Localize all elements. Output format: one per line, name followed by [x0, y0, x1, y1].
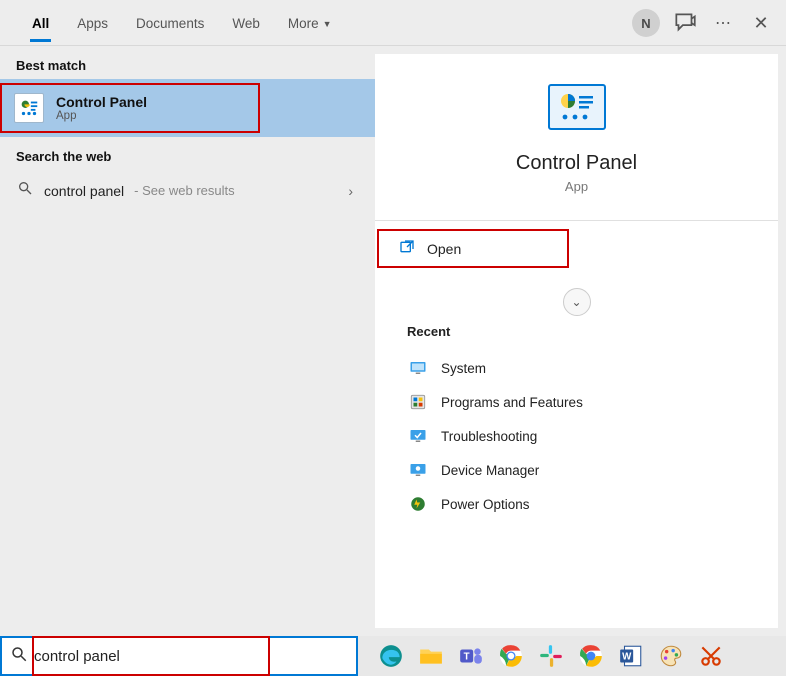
tab-label: Web — [232, 16, 260, 31]
main-content: Best match Control Panel App Search the … — [0, 46, 786, 636]
recent-item-label: Power Options — [441, 497, 530, 512]
result-text: Control Panel App — [56, 94, 147, 122]
power-icon — [409, 495, 427, 513]
user-avatar[interactable]: N — [632, 9, 660, 37]
recent-item-troubleshooting[interactable]: Troubleshooting — [405, 419, 748, 453]
control-panel-icon — [14, 93, 44, 123]
result-title: Control Panel — [56, 94, 147, 110]
recent-item-label: Troubleshooting — [441, 429, 537, 444]
open-label: Open — [427, 241, 461, 257]
web-query-text: control panel — [44, 183, 124, 199]
tab-label: All — [32, 16, 49, 31]
result-control-panel[interactable]: Control Panel App — [0, 83, 260, 133]
recent-item-label: Device Manager — [441, 463, 539, 478]
chevron-down-icon: ⌄ — [571, 295, 581, 309]
taskbar-snip-icon[interactable] — [694, 639, 728, 673]
taskbar-paint-icon[interactable] — [654, 639, 688, 673]
preview-subtitle: App — [565, 179, 588, 194]
troubleshoot-icon — [409, 427, 427, 445]
tab-more[interactable]: More ▼ — [274, 6, 346, 41]
result-subtitle: App — [56, 110, 147, 122]
chevron-down-icon: ▼ — [323, 19, 332, 29]
taskbar-word-icon[interactable]: W — [614, 639, 648, 673]
tab-documents[interactable]: Documents — [122, 6, 218, 41]
more-options-icon[interactable]: ⋯ — [710, 10, 736, 36]
best-match-label: Best match — [0, 46, 375, 79]
preview-actions: Open — [375, 220, 778, 276]
taskbar-apps: T W — [358, 639, 728, 673]
chevron-right-icon: › — [348, 183, 353, 199]
web-result-row[interactable]: control panel - See web results › — [0, 170, 375, 211]
tab-apps[interactable]: Apps — [63, 6, 122, 41]
recent-section: Recent System Programs and Features Trou… — [375, 304, 778, 521]
preview-title: Control Panel — [516, 152, 637, 175]
tab-all[interactable]: All — [18, 6, 63, 41]
taskbar-search-box[interactable] — [0, 636, 358, 676]
header-bar: All Apps Documents Web More ▼ N ⋯ ✕ — [0, 0, 786, 46]
results-pane: Best match Control Panel App Search the … — [0, 46, 375, 636]
system-icon — [409, 359, 427, 377]
taskbar: T W — [0, 636, 786, 676]
recent-item-system[interactable]: System — [405, 351, 748, 385]
recent-item-power-options[interactable]: Power Options — [405, 487, 748, 521]
search-icon — [16, 180, 34, 201]
recent-item-label: System — [441, 361, 486, 376]
tab-label: Apps — [77, 16, 108, 31]
avatar-initial: N — [641, 16, 650, 31]
open-action[interactable]: Open — [373, 225, 573, 272]
preview-pane: Control Panel App Open ⌄ Recent — [375, 54, 778, 628]
taskbar-chrome-icon[interactable] — [494, 639, 528, 673]
feedback-icon[interactable] — [672, 10, 698, 36]
open-icon — [399, 239, 415, 258]
taskbar-teams-icon[interactable]: T — [454, 639, 488, 673]
recent-item-programs[interactable]: Programs and Features — [405, 385, 748, 419]
search-window: All Apps Documents Web More ▼ N ⋯ ✕ Best … — [0, 0, 786, 636]
close-icon[interactable]: ✕ — [748, 10, 774, 36]
recent-label: Recent — [405, 324, 748, 339]
svg-text:W: W — [622, 651, 632, 662]
web-hint-text: - See web results — [134, 183, 234, 198]
header-controls: N ⋯ ✕ — [632, 0, 774, 46]
taskbar-file-explorer-icon[interactable] — [414, 639, 448, 673]
control-panel-large-icon — [548, 84, 606, 130]
search-input[interactable] — [34, 648, 348, 665]
recent-item-label: Programs and Features — [441, 395, 583, 410]
svg-text:T: T — [464, 651, 470, 662]
taskbar-chrome-canary-icon[interactable] — [574, 639, 608, 673]
tab-label: Documents — [136, 16, 204, 31]
device-icon — [409, 461, 427, 479]
expand-toggle[interactable]: ⌄ — [563, 288, 591, 316]
programs-icon — [409, 393, 427, 411]
taskbar-slack-icon[interactable] — [534, 639, 568, 673]
recent-item-device-manager[interactable]: Device Manager — [405, 453, 748, 487]
filter-tabs: All Apps Documents Web More ▼ — [0, 0, 346, 46]
tab-label: More — [288, 16, 319, 31]
best-match-row: Control Panel App — [0, 79, 375, 137]
taskbar-edge-icon[interactable] — [374, 639, 408, 673]
preview-header: Control Panel App — [375, 54, 778, 194]
search-web-label: Search the web — [0, 137, 375, 170]
search-icon — [10, 645, 28, 668]
tab-web[interactable]: Web — [218, 6, 274, 41]
